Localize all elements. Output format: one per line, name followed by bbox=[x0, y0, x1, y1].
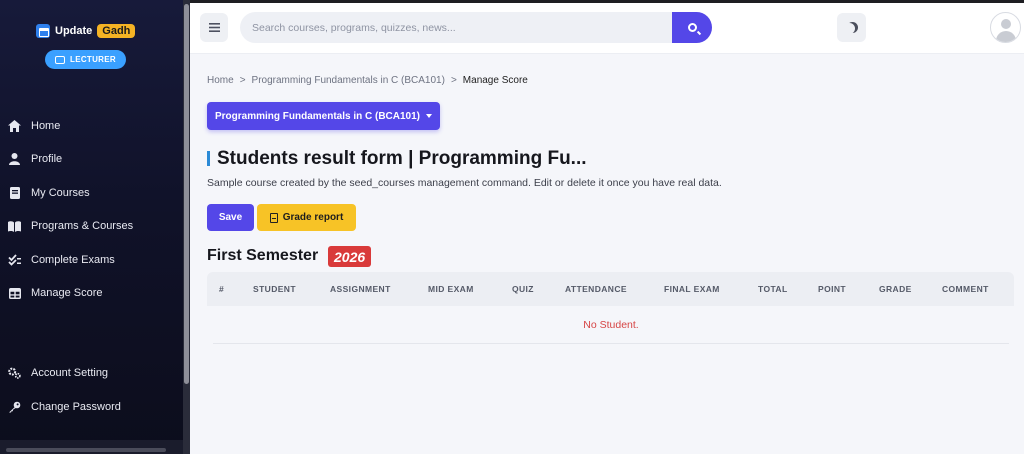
home-icon bbox=[8, 120, 21, 133]
sidebar-item-change-password[interactable]: Change Password bbox=[0, 392, 183, 422]
table-row: No Student. bbox=[213, 306, 1009, 344]
column-header-mid-exam: MID EXAM bbox=[428, 284, 474, 294]
file-pdf-icon bbox=[269, 212, 278, 223]
sidebar-item-label: Home bbox=[31, 120, 61, 132]
title-accent-bar bbox=[207, 151, 210, 166]
empty-message: No Student. bbox=[583, 318, 639, 331]
breadcrumb-home[interactable]: Home bbox=[207, 75, 234, 86]
sidebar-item-label: Programs & Courses bbox=[31, 220, 134, 232]
caret-down-icon bbox=[426, 114, 433, 118]
table-icon bbox=[8, 287, 21, 300]
sidebar-item-label: Complete Exams bbox=[31, 254, 115, 266]
course-select-dropdown[interactable]: Programming Fundamentals in C (BCA101) bbox=[207, 102, 440, 130]
column-header-final-exam: FINAL EXAM bbox=[664, 284, 720, 294]
role-badge: LECTURER bbox=[45, 50, 126, 69]
avatar-head bbox=[1001, 19, 1011, 29]
hamburger-icon bbox=[208, 20, 220, 35]
graduation-cap-icon bbox=[36, 24, 50, 38]
sidebar-item-label: Account Setting bbox=[31, 367, 109, 379]
search-bar bbox=[240, 12, 712, 43]
grade-report-button[interactable]: Grade report bbox=[257, 204, 356, 231]
column-header-number: # bbox=[219, 284, 225, 294]
sidebar: Update Gadh LECTURER Home Profile My Cou… bbox=[0, 0, 190, 454]
sidebar-scrollbar-thumb[interactable] bbox=[184, 4, 189, 384]
search-icon bbox=[687, 23, 697, 32]
semester-title: First Semester bbox=[207, 247, 319, 264]
breadcrumb: Home > Programming Fundamentals in C (BC… bbox=[207, 75, 528, 86]
column-header-assignment: ASSIGNMENT bbox=[330, 284, 391, 294]
brand[interactable]: Update Gadh bbox=[36, 24, 136, 38]
breadcrumb-course[interactable]: Programming Fundamentals in C (BCA101) bbox=[252, 75, 445, 86]
column-header-grade: GRADE bbox=[879, 284, 912, 294]
sidebar-item-manage-score[interactable]: Manage Score bbox=[0, 278, 183, 308]
table-header: # STUDENT ASSIGNMENT MID EXAM QUIZ ATTEN… bbox=[207, 272, 1014, 306]
user-icon bbox=[8, 153, 21, 166]
sidebar-item-programs-courses[interactable]: Programs & Courses bbox=[0, 211, 183, 241]
check-double-icon bbox=[8, 254, 21, 267]
moon-icon bbox=[844, 23, 855, 34]
column-header-student: STUDENT bbox=[253, 284, 296, 294]
sidebar-item-label: Manage Score bbox=[31, 287, 103, 299]
menu-toggle-button[interactable] bbox=[200, 13, 228, 42]
page-title: Students result form | Programming Fu... bbox=[217, 148, 587, 169]
page-description: Sample course created by the seed_course… bbox=[207, 177, 722, 189]
sidebar-item-home[interactable]: Home bbox=[0, 111, 183, 141]
horizontal-scrollbar[interactable] bbox=[0, 440, 183, 454]
breadcrumb-separator: > bbox=[239, 75, 246, 86]
theme-toggle-button[interactable] bbox=[837, 13, 866, 42]
breadcrumb-current: Manage Score bbox=[462, 75, 528, 86]
avatar-body bbox=[996, 31, 1016, 42]
sidebar-item-label: Change Password bbox=[31, 401, 121, 413]
column-header-quiz: QUIZ bbox=[512, 284, 534, 294]
role-label: LECTURER bbox=[70, 55, 116, 64]
sidebar-item-my-courses[interactable]: My Courses bbox=[0, 178, 183, 208]
id-card-icon bbox=[55, 55, 66, 64]
book-icon bbox=[8, 187, 21, 200]
column-header-total: TOTAL bbox=[758, 284, 788, 294]
sidebar-item-complete-exams[interactable]: Complete Exams bbox=[0, 245, 183, 275]
breadcrumb-separator: > bbox=[450, 75, 457, 86]
course-select-label: Programming Fundamentals in C (BCA101) bbox=[214, 110, 421, 122]
grade-report-label: Grade report bbox=[282, 212, 344, 223]
sidebar-item-label: Profile bbox=[31, 153, 63, 165]
sidebar-item-account-setting[interactable]: Account Setting bbox=[0, 358, 183, 388]
column-header-comment: COMMENT bbox=[942, 284, 989, 294]
year-badge: 2026 bbox=[328, 246, 372, 267]
avatar[interactable] bbox=[990, 12, 1021, 43]
top-edge-divider bbox=[190, 0, 1024, 3]
brand-highlight: Gadh bbox=[97, 24, 136, 38]
key-icon bbox=[8, 401, 21, 414]
book-open-icon bbox=[8, 220, 21, 233]
sidebar-item-label: My Courses bbox=[31, 187, 90, 199]
sidebar-item-profile[interactable]: Profile bbox=[0, 144, 183, 174]
column-header-attendance: ATTENDANCE bbox=[565, 284, 627, 294]
search-input[interactable] bbox=[240, 12, 672, 43]
gears-icon bbox=[8, 367, 21, 380]
column-header-point: POINT bbox=[818, 284, 846, 294]
search-button[interactable] bbox=[672, 12, 712, 43]
brand-name: Update bbox=[55, 25, 93, 37]
save-button[interactable]: Save bbox=[207, 204, 254, 231]
